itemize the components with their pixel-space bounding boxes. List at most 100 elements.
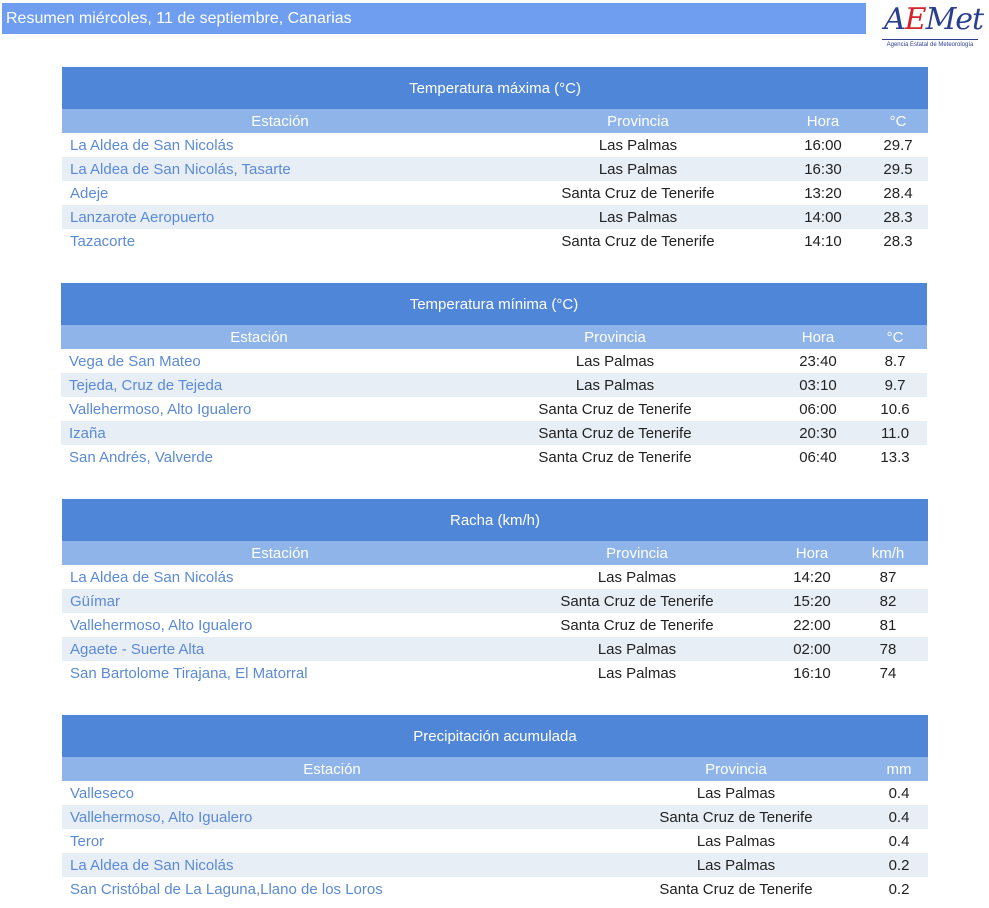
section-title: Temperatura máxima (°C) <box>62 67 928 109</box>
province-cell: Santa Cruz de Tenerife <box>538 400 692 418</box>
table-row: San Bartolome Tirajana, El Matorral Las … <box>62 661 928 685</box>
station-link[interactable]: Lanzarote Aeropuerto <box>62 205 498 229</box>
table-header-row: Estación Provincia Hora °C <box>61 325 927 349</box>
province-cell: Las Palmas <box>498 157 778 181</box>
province-cell: Las Palmas <box>597 664 677 682</box>
station-link[interactable]: Güímar <box>62 589 498 613</box>
column-header-estacion: Estación <box>62 541 498 565</box>
page-header-bar: Resumen miércoles, 11 de septiembre, Can… <box>2 3 866 34</box>
time-cell: 15:20 <box>776 589 848 613</box>
aemet-logo: AEMet Agencia Estatal de Meteorología <box>880 2 984 60</box>
table-row: Tazacorte Santa Cruz de Tenerife 14:10 2… <box>62 229 928 253</box>
section-title: Racha (km/h) <box>62 499 928 541</box>
province-cell: Santa Cruz de Tenerife <box>457 421 773 445</box>
station-link[interactable]: San Bartolome Tirajana, El Matorral <box>62 661 498 685</box>
value-cell: 29.5 <box>868 157 928 181</box>
table-row: Vallehermoso, Alto Igualero Santa Cruz d… <box>61 397 927 421</box>
time-cell: 02:00 <box>776 637 848 661</box>
station-link[interactable]: La Aldea de San Nicolás <box>62 853 602 877</box>
province-cell: Santa Cruz de Tenerife <box>498 589 776 613</box>
time-cell: 16:10 <box>793 664 831 682</box>
station-link[interactable]: Adeje <box>62 181 498 205</box>
value-cell: 8.7 <box>884 352 906 370</box>
station-link[interactable]: La Aldea de San Nicolás <box>62 133 498 157</box>
station-link[interactable]: La Aldea de San Nicolás <box>62 565 498 589</box>
province-cell: Las Palmas <box>696 832 776 850</box>
data-table: Estación Provincia Hora °C Vega de San M… <box>61 325 927 469</box>
section-temperatura-minima: Temperatura mínima (°C) Estación Provinc… <box>61 283 927 469</box>
station-link[interactable]: Agaete - Suerte Alta <box>62 637 498 661</box>
province-cell: Las Palmas <box>597 568 677 586</box>
table-row: Tejeda, Cruz de Tejeda Las Palmas 03:10 … <box>61 373 927 397</box>
station-link[interactable]: San Andrés, Valverde <box>61 445 457 469</box>
value-cell: 10.6 <box>880 400 910 418</box>
table-row: La Aldea de San Nicolás Las Palmas 14:20… <box>62 565 928 589</box>
table-row: La Aldea de San Nicolás Las Palmas 0.2 <box>62 853 928 877</box>
station-link[interactable]: Vega de San Mateo <box>61 349 457 373</box>
value-cell: 78 <box>848 637 928 661</box>
data-table: Estación Provincia Hora km/h La Aldea de… <box>62 541 928 685</box>
value-cell: 13.3 <box>880 448 910 466</box>
province-cell: Las Palmas <box>598 136 678 154</box>
section-title: Temperatura mínima (°C) <box>61 283 927 325</box>
column-header-estacion: Estación <box>61 325 457 349</box>
time-cell: 23:40 <box>799 352 837 370</box>
logo-subtitle: Agencia Estatal de Meteorología <box>886 42 974 48</box>
column-header-valor: mm <box>870 757 928 781</box>
station-link[interactable]: Tazacorte <box>62 229 498 253</box>
column-header-hora: Hora <box>778 109 868 133</box>
station-link[interactable]: Vallehermoso, Alto Igualero <box>62 805 602 829</box>
data-table: Estación Provincia Hora °C La Aldea de S… <box>62 109 928 253</box>
station-link[interactable]: Vallehermoso, Alto Igualero <box>62 613 498 637</box>
table-row: Vega de San Mateo Las Palmas 23:40 8.7 <box>61 349 927 373</box>
province-cell: Las Palmas <box>457 373 773 397</box>
province-cell: Santa Cruz de Tenerife <box>538 448 692 466</box>
time-cell: 16:30 <box>778 157 868 181</box>
column-header-provincia: Provincia <box>457 325 773 349</box>
table-row: Vallehermoso, Alto Igualero Santa Cruz d… <box>62 805 928 829</box>
value-cell: 28.3 <box>868 205 928 229</box>
station-link[interactable]: Valleseco <box>62 781 602 805</box>
table-row: Teror Las Palmas 0.4 <box>62 829 928 853</box>
column-header-valor: °C <box>868 109 928 133</box>
value-cell: 0.4 <box>888 784 910 802</box>
station-link[interactable]: San Cristóbal de La Laguna,Llano de los … <box>62 877 602 901</box>
table-row: San Cristóbal de La Laguna,Llano de los … <box>62 877 928 901</box>
section-racha: Racha (km/h) Estación Provincia Hora km/… <box>62 499 928 685</box>
data-table: Estación Provincia mm Valleseco Las Palm… <box>62 757 928 901</box>
time-cell: 20:30 <box>773 421 863 445</box>
station-link[interactable]: Teror <box>62 829 602 853</box>
station-link[interactable]: Izaña <box>61 421 457 445</box>
table-row: La Aldea de San Nicolás Las Palmas 16:00… <box>62 133 928 157</box>
column-header-provincia: Provincia <box>602 757 870 781</box>
station-link[interactable]: La Aldea de San Nicolás, Tasarte <box>62 157 498 181</box>
value-cell: 82 <box>848 589 928 613</box>
table-header-row: Estación Provincia Hora °C <box>62 109 928 133</box>
table-row: San Andrés, Valverde Santa Cruz de Tener… <box>61 445 927 469</box>
station-link[interactable]: Vallehermoso, Alto Igualero <box>61 397 457 421</box>
time-cell: 03:10 <box>773 373 863 397</box>
time-cell: 16:00 <box>804 136 842 154</box>
table-header-row: Estación Provincia mm <box>62 757 928 781</box>
table-row: Izaña Santa Cruz de Tenerife 20:30 11.0 <box>61 421 927 445</box>
province-cell: Santa Cruz de Tenerife <box>561 232 715 250</box>
logo-divider <box>882 39 978 40</box>
time-cell: 14:20 <box>793 568 831 586</box>
column-header-valor: °C <box>863 325 927 349</box>
page-title: Resumen miércoles, 11 de septiembre, Can… <box>6 9 352 27</box>
value-cell: 0.2 <box>888 880 910 898</box>
column-header-provincia: Provincia <box>498 109 778 133</box>
value-cell: 9.7 <box>863 373 927 397</box>
time-cell: 22:00 <box>793 616 831 634</box>
column-header-estacion: Estación <box>62 757 602 781</box>
province-cell: Las Palmas <box>696 784 776 802</box>
column-header-hora: Hora <box>776 541 848 565</box>
table-row: Agaete - Suerte Alta Las Palmas 02:00 78 <box>62 637 928 661</box>
value-cell: 0.4 <box>888 832 910 850</box>
station-link[interactable]: Tejeda, Cruz de Tejeda <box>61 373 457 397</box>
time-cell: 06:40 <box>799 448 837 466</box>
province-cell: Santa Cruz de Tenerife <box>561 184 715 202</box>
province-cell: Santa Cruz de Tenerife <box>602 805 870 829</box>
value-cell: 0.2 <box>870 853 928 877</box>
table-row: Güímar Santa Cruz de Tenerife 15:20 82 <box>62 589 928 613</box>
